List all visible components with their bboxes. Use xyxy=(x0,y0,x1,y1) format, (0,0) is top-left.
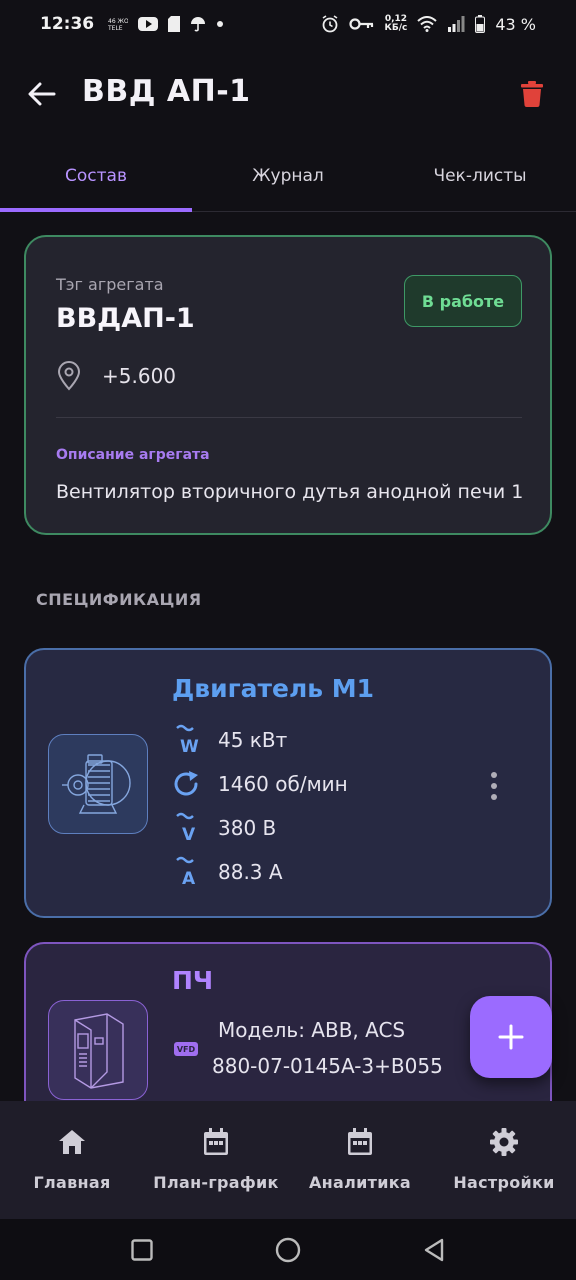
section-title-specification: СПЕЦИФИКАЦИЯ xyxy=(36,590,202,609)
tag-label: Тэг агрегата xyxy=(56,275,164,294)
tab-checklists[interactable]: Чек-листы xyxy=(384,150,576,211)
wifi-icon xyxy=(417,16,438,32)
system-navigation xyxy=(0,1219,576,1280)
tab-bar: Состав Журнал Чек-листы xyxy=(0,150,576,212)
spec-row-rpm: 1460 об/мин xyxy=(172,762,348,806)
spec-row-power: W 45 кВт xyxy=(172,718,348,762)
sim-icon xyxy=(168,16,181,32)
youtube-icon xyxy=(138,17,159,31)
motor-icon xyxy=(62,754,131,814)
nav-item-settings[interactable]: Настройки xyxy=(432,1101,576,1219)
svg-text:46 ЖО: 46 ЖО xyxy=(108,18,128,25)
location-pin-icon xyxy=(57,361,81,391)
tag-value: ВВДАП-1 xyxy=(56,303,195,334)
svg-text:W: W xyxy=(180,737,199,757)
nav-item-analytics[interactable]: Аналитика xyxy=(288,1101,432,1219)
tab-zhurnal[interactable]: Журнал xyxy=(192,150,384,211)
status-bar: 12:36 46 ЖО TELE 0,12 КБ/с 43 % xyxy=(0,0,576,48)
divider xyxy=(56,417,522,418)
vfd-model-line1: Модель: ABB, ACS xyxy=(218,1018,406,1042)
current-icon: A xyxy=(172,855,202,889)
delete-button[interactable] xyxy=(512,74,552,114)
voltage-icon: V xyxy=(172,811,202,845)
recents-icon[interactable] xyxy=(131,1238,153,1261)
bottom-navigation: Главная План-график Аналитика Настройки xyxy=(0,1101,576,1219)
vfd-thumbnail xyxy=(48,1000,148,1100)
battery-icon xyxy=(475,15,486,33)
home-button-icon[interactable] xyxy=(275,1237,301,1263)
notification-icons: 46 ЖО TELE xyxy=(108,16,224,32)
svg-text:V: V xyxy=(182,825,196,845)
back-button[interactable] xyxy=(22,74,62,114)
spec-power-value: 45 кВт xyxy=(218,728,288,752)
arrow-back-icon xyxy=(28,82,56,106)
network-speed: 0,12 КБ/с xyxy=(384,14,408,33)
nav-label-analytics: Аналитика xyxy=(308,1173,411,1192)
vfd-device-icon xyxy=(74,1013,124,1089)
calendar-icon xyxy=(199,1125,233,1159)
more-options-button[interactable] xyxy=(482,768,506,804)
gear-icon xyxy=(487,1125,521,1159)
signal-icon xyxy=(448,16,465,32)
umbrella-icon xyxy=(191,17,206,32)
back-nav-icon[interactable] xyxy=(423,1238,445,1262)
add-button[interactable] xyxy=(470,996,552,1078)
status-badge: В работе xyxy=(404,275,522,327)
spec-row-voltage: V 380 В xyxy=(172,806,348,850)
battery-percent: 43 % xyxy=(495,14,536,34)
system-icons: 0,12 КБ/с 43 % xyxy=(321,14,536,34)
alarm-icon xyxy=(322,15,337,33)
spec-current-value: 88.3 А xyxy=(218,860,283,884)
svg-text:TELE: TELE xyxy=(108,25,123,31)
motor-thumbnail xyxy=(48,734,148,834)
spec-voltage-value: 380 В xyxy=(218,816,277,840)
app-bar: ВВД АП-1 xyxy=(0,58,576,130)
motor-card[interactable]: Двигатель М1 W 45 кВт 1460 об/мин V 380 … xyxy=(24,648,552,918)
tele2-icon: 46 ЖОTELE xyxy=(108,18,128,31)
spec-rpm-value: 1460 об/мин xyxy=(218,772,348,796)
page-title: ВВД АП-1 xyxy=(82,74,251,109)
nav-item-schedule[interactable]: План-график xyxy=(144,1101,288,1219)
location-row: +5.600 xyxy=(56,361,176,391)
vfd-name: ПЧ xyxy=(172,966,214,995)
plus-icon xyxy=(498,1024,524,1050)
vfd-badge-icon: VFD xyxy=(174,1042,198,1056)
home-icon xyxy=(55,1125,89,1159)
location-value: +5.600 xyxy=(102,364,177,388)
rpm-icon xyxy=(172,767,202,801)
vfd-model-line2: 880-07-0145A-3+B055 xyxy=(212,1054,443,1078)
nav-label-home: Главная xyxy=(33,1173,111,1192)
description-label: Описание агрегата xyxy=(56,447,210,463)
nav-label-settings: Настройки xyxy=(453,1173,555,1192)
nav-label-schedule: План-график xyxy=(153,1173,279,1192)
motor-name: Двигатель М1 xyxy=(172,674,375,703)
more-vert-icon xyxy=(491,772,497,778)
spec-row-current: A 88.3 А xyxy=(172,850,348,894)
dot-icon xyxy=(217,21,224,27)
aggregate-card: Тэг агрегата ВВДАП-1 В работе +5.600 Опи… xyxy=(24,235,552,535)
calendar-icon xyxy=(343,1125,377,1159)
trash-icon xyxy=(521,81,543,107)
power-icon: W xyxy=(172,723,202,757)
key-icon xyxy=(348,18,373,30)
svg-text:A: A xyxy=(182,869,196,889)
status-time: 12:36 xyxy=(40,14,95,34)
motor-spec-list: W 45 кВт 1460 об/мин V 380 В A 88.3 А xyxy=(172,718,348,894)
nav-item-home[interactable]: Главная xyxy=(0,1101,144,1219)
tab-sostav[interactable]: Состав xyxy=(0,150,192,212)
description-value: Вентилятор вторичного дутья анодной печи… xyxy=(56,481,524,503)
